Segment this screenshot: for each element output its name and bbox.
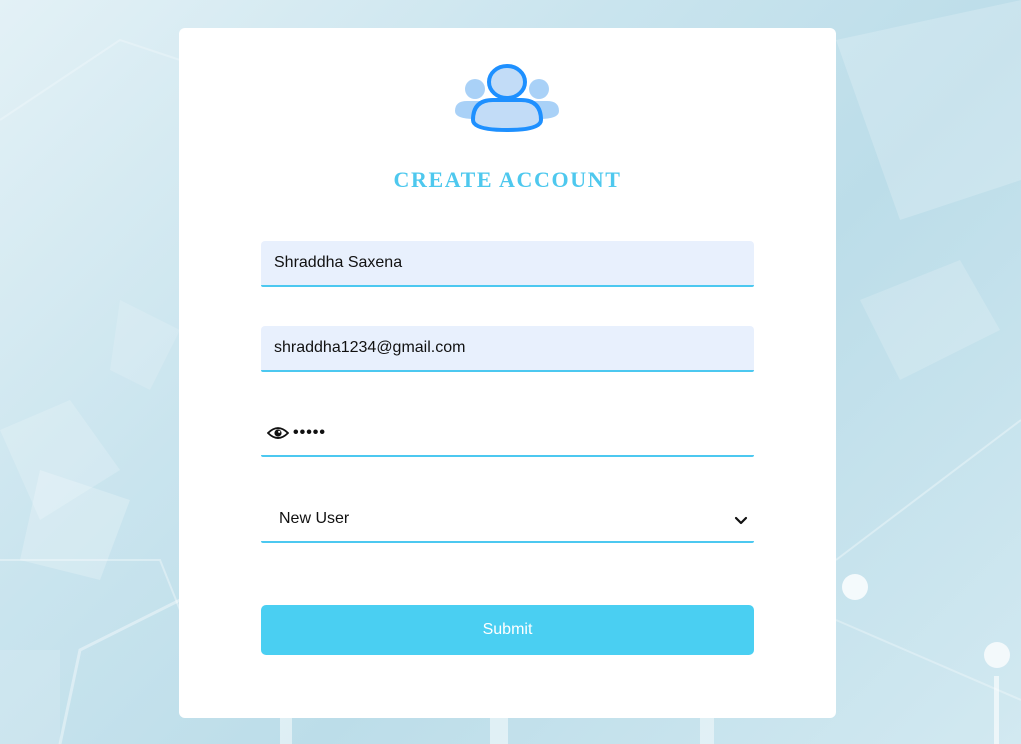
- page-title: CREATE ACCOUNT: [393, 167, 622, 192]
- name-input[interactable]: [261, 241, 754, 287]
- chevron-down-icon: [734, 516, 748, 524]
- submit-button[interactable]: Submit: [261, 605, 754, 655]
- password-field[interactable]: •••••: [261, 411, 754, 457]
- create-account-card: CREATE ACCOUNT ••••• New User Submit: [179, 28, 836, 718]
- password-value: •••••: [293, 424, 327, 441]
- email-input[interactable]: [261, 326, 754, 372]
- role-select-value: New User: [279, 509, 350, 527]
- users-icon: [455, 64, 559, 133]
- role-select[interactable]: New User: [261, 496, 754, 543]
- eye-icon[interactable]: [267, 425, 289, 441]
